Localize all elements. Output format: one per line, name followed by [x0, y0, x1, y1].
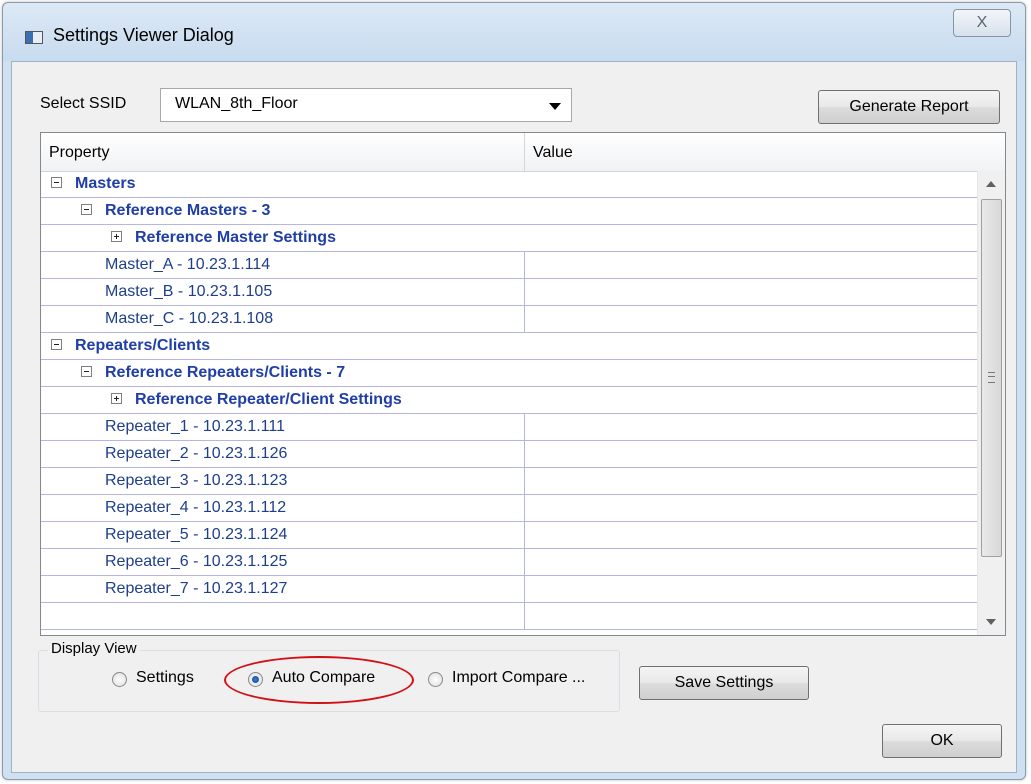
tree-row-property: Repeater_6 - 10.23.1.125 [105, 553, 288, 570]
tree-group-row[interactable]: Reference Masters - 3 [41, 198, 977, 225]
column-divider [524, 306, 525, 333]
save-settings-button[interactable]: Save Settings [639, 666, 809, 700]
generate-report-button[interactable]: Generate Report [818, 90, 1000, 124]
highlight-ellipse-annotation [224, 656, 414, 704]
column-divider [524, 495, 525, 522]
dropdown-arrow-icon[interactable] [549, 103, 561, 110]
dialog-body: Select SSID WLAN_8th_Floor Generate Repo… [11, 61, 1017, 773]
display-view-legend: Display View [48, 640, 140, 657]
tree-row[interactable]: Master_B - 10.23.1.105 [41, 279, 977, 306]
ssid-selected-value: WLAN_8th_Floor [175, 95, 298, 112]
tree-row-property: Reference Repeaters/Clients - 7 [105, 364, 346, 381]
settings-tree-view[interactable]: Property Value Masters Reference Masters … [40, 132, 1006, 636]
radio-import-compare[interactable] [428, 672, 443, 687]
radio-settings[interactable] [112, 672, 127, 687]
tree-row[interactable]: Repeater_3 - 10.23.1.123 [41, 468, 977, 495]
column-divider [524, 576, 525, 603]
dialog-title: Settings Viewer Dialog [53, 25, 234, 45]
column-divider [524, 414, 525, 441]
column-divider [524, 468, 525, 495]
column-header-value[interactable]: Value [525, 133, 985, 171]
tree-row-property: Master_C - 10.23.1.108 [105, 310, 274, 327]
tree-row[interactable]: Repeater_4 - 10.23.1.112 [41, 495, 977, 522]
column-divider [524, 522, 525, 549]
scroll-down-icon[interactable] [986, 619, 996, 625]
expand-plus-icon[interactable] [111, 393, 122, 404]
tree-row[interactable]: Repeater_6 - 10.23.1.125 [41, 549, 977, 576]
tree-row-property: Repeater_7 - 10.23.1.127 [105, 580, 288, 597]
tree-header: Property Value [41, 133, 1005, 172]
column-divider [524, 252, 525, 279]
column-divider [524, 549, 525, 576]
tree-row-property: Repeaters/Clients [75, 337, 211, 354]
ssid-dropdown[interactable]: WLAN_8th_Floor [160, 88, 572, 122]
scroll-up-icon[interactable] [986, 181, 996, 187]
tree-group-row[interactable]: Reference Repeaters/Clients - 7 [41, 360, 977, 387]
collapse-minus-icon[interactable] [51, 177, 62, 188]
title-bar[interactable]: Settings Viewer Dialog X [3, 3, 1025, 61]
collapse-minus-icon[interactable] [51, 339, 62, 350]
column-divider [524, 441, 525, 468]
column-divider [524, 603, 525, 630]
radio-import-compare-label[interactable]: Import Compare ... [452, 669, 585, 687]
app-window-icon [25, 31, 43, 44]
tree-row-property: Reference Masters - 3 [105, 202, 271, 219]
scroll-grip-icon [988, 372, 995, 383]
column-header-property[interactable]: Property [41, 133, 525, 171]
tree-group-row[interactable]: Reference Master Settings [41, 225, 977, 252]
tree-row-property: Reference Repeater/Client Settings [135, 391, 402, 408]
tree-row[interactable]: Repeater_2 - 10.23.1.126 [41, 441, 977, 468]
collapse-minus-icon[interactable] [81, 366, 92, 377]
tree-row-property: Reference Master Settings [135, 229, 336, 246]
tree-group-row[interactable]: Reference Repeater/Client Settings [41, 387, 977, 414]
tree-row[interactable]: Repeater_5 - 10.23.1.124 [41, 522, 977, 549]
radio-settings-label[interactable]: Settings [136, 669, 194, 687]
tree-row-property: Repeater_1 - 10.23.1.111 [105, 418, 285, 435]
tree-row-property: Master_A - 10.23.1.114 [105, 256, 271, 273]
tree-row-property: Repeater_5 - 10.23.1.124 [105, 526, 288, 543]
tree-group-row[interactable]: Repeaters/Clients [41, 333, 977, 360]
tree-row[interactable]: Master_A - 10.23.1.114 [41, 252, 977, 279]
tree-row-property: Repeater_2 - 10.23.1.126 [105, 445, 288, 462]
vertical-scrollbar[interactable] [977, 171, 1005, 635]
select-ssid-label: Select SSID [40, 95, 127, 112]
tree-row-property: Masters [75, 175, 136, 192]
tree-group-row[interactable]: Masters [41, 171, 977, 198]
settings-viewer-dialog: Settings Viewer Dialog X Select SSID WLA… [2, 2, 1026, 780]
expand-plus-icon[interactable] [111, 231, 122, 242]
column-divider [524, 279, 525, 306]
tree-row-property: Master_B - 10.23.1.105 [105, 283, 273, 300]
tree-row[interactable]: Repeater_1 - 10.23.1.111 [41, 414, 977, 441]
tree-row[interactable] [41, 603, 977, 630]
ok-button[interactable]: OK [882, 724, 1002, 758]
tree-row-property: Repeater_3 - 10.23.1.123 [105, 472, 288, 489]
tree-row[interactable]: Master_C - 10.23.1.108 [41, 306, 977, 333]
scrollbar-thumb[interactable] [981, 199, 1002, 557]
collapse-minus-icon[interactable] [81, 204, 92, 215]
tree-row[interactable]: Repeater_7 - 10.23.1.127 [41, 576, 977, 603]
close-button[interactable]: X [953, 9, 1011, 37]
tree-row-property: Repeater_4 - 10.23.1.112 [105, 499, 287, 516]
